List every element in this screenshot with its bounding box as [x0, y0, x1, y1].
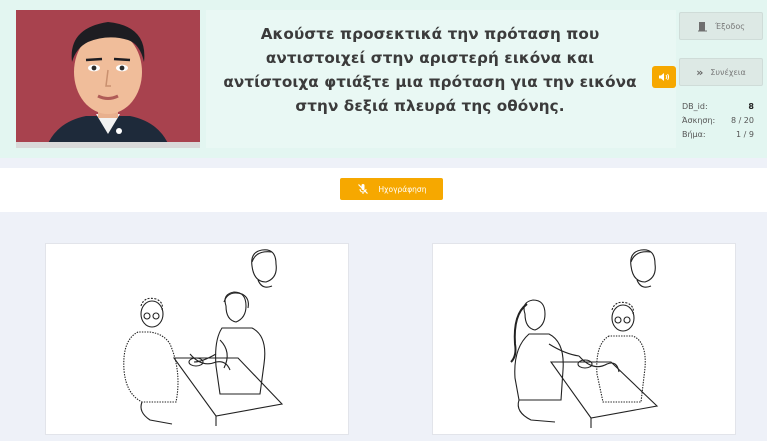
stat-label: DB_id:: [682, 102, 708, 111]
speaker-icon: [659, 73, 670, 81]
left-picture: [45, 243, 349, 435]
double-chevron-right-icon: »: [696, 65, 704, 79]
stat-value: 1 / 9: [736, 130, 754, 139]
microphone-off-icon: [357, 184, 368, 194]
stat-value: 8 / 20: [730, 116, 754, 125]
doctor-patient-illustration: [123, 249, 284, 426]
stat-row: Βήμα: 1 / 9: [682, 128, 754, 142]
stat-value: 8: [748, 102, 754, 111]
stat-row: DB_id: 8: [682, 100, 754, 114]
continue-button[interactable]: » Συνέχεια: [679, 58, 763, 86]
stats-panel: DB_id: 8 Άσκηση: 8 / 20 Βήμα: 1 / 9: [682, 100, 754, 142]
stat-row: Άσκηση: 8 / 20: [682, 114, 754, 128]
avatar-illustration: [48, 22, 168, 142]
exit-button[interactable]: Έξοδος: [679, 12, 763, 40]
door-icon: [698, 21, 708, 31]
doctor-patient-illustration-alt: [510, 249, 659, 428]
exit-label: Έξοδος: [715, 21, 745, 31]
record-label: Ηχογράφηση: [378, 184, 427, 194]
avatar: [16, 10, 200, 148]
continue-label: Συνέχεια: [710, 67, 746, 77]
play-sound-button[interactable]: [652, 66, 676, 88]
stat-label: Βήμα:: [682, 130, 706, 139]
instruction-text: Ακούστε προσεκτικά την πρόταση που αντισ…: [223, 25, 637, 115]
stat-label: Άσκηση:: [682, 116, 716, 125]
record-button[interactable]: Ηχογράφηση: [340, 178, 443, 200]
right-picture: [432, 243, 736, 435]
